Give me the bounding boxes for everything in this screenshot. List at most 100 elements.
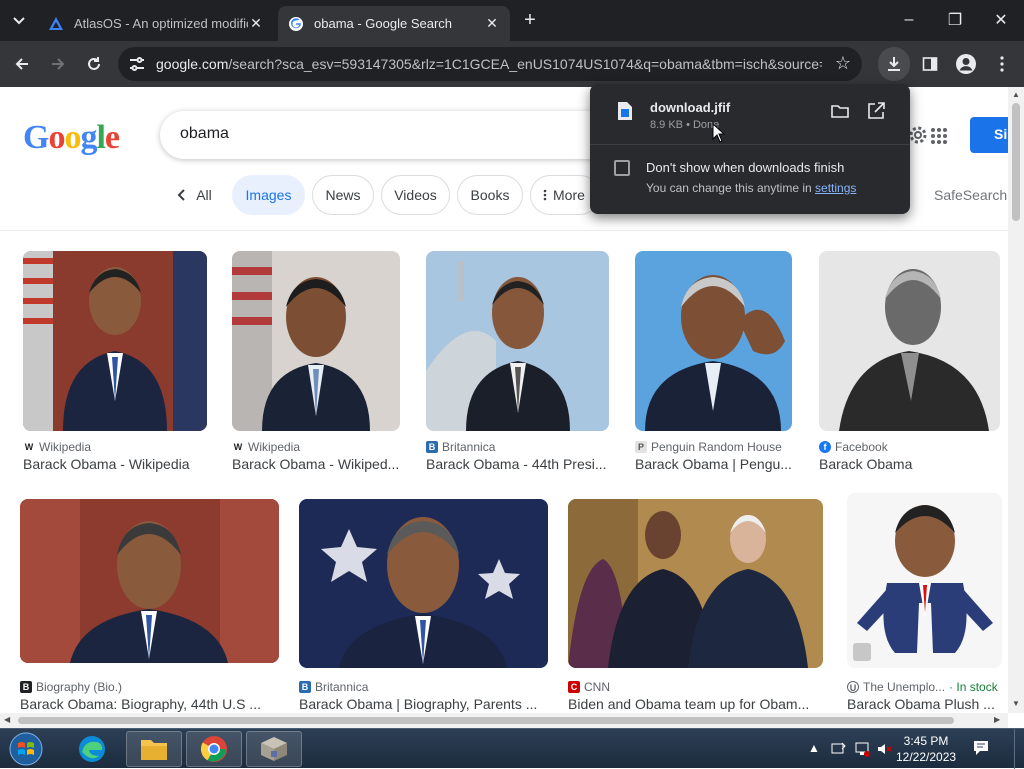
minimize-button[interactable]: – xyxy=(886,0,932,40)
image-result[interactable]: W Wikipedia Barack Obama - Wikipedia xyxy=(23,251,207,472)
scrollbar-thumb[interactable] xyxy=(1012,103,1020,221)
image-result[interactable]: C CNN Biden and Obama team up for Obam... xyxy=(568,499,823,713)
url-host: google.com xyxy=(156,56,229,72)
taskbar-edge[interactable] xyxy=(64,731,120,767)
taskbar-chrome[interactable] xyxy=(186,731,242,767)
windows-start-icon[interactable] xyxy=(4,731,48,767)
scroll-right-icon[interactable]: ▶ xyxy=(994,715,1000,724)
result-caption[interactable]: Barack Obama - Wikiped... xyxy=(232,456,400,472)
tab-search-button[interactable] xyxy=(6,8,32,34)
result-caption[interactable]: Barack Obama | Pengu... xyxy=(635,456,792,472)
biography-icon: B xyxy=(20,681,32,693)
image-result[interactable]: U The Unemplo... · In stock Barack Obama P… xyxy=(847,493,1002,713)
scroll-left-icon[interactable]: ◀ xyxy=(4,715,10,724)
google-logo[interactable]: Google xyxy=(23,119,120,157)
action-center-icon[interactable] xyxy=(830,741,846,757)
tab-title: obama - Google Search xyxy=(314,16,453,31)
show-hidden-icons[interactable]: ▲ xyxy=(806,741,822,757)
tab-atlasos[interactable]: AtlasOS - An optimized modific ✕ xyxy=(38,6,274,41)
image-result[interactable]: P Penguin Random House Barack Obama | Pen… xyxy=(635,251,792,472)
filter-all[interactable]: All xyxy=(168,175,220,215)
clock-time: 3:45 PM xyxy=(903,734,949,748)
show-desktop-button[interactable] xyxy=(1014,729,1024,769)
filter-label: All xyxy=(196,187,212,203)
scroll-up-icon[interactable]: ▲ xyxy=(1012,90,1020,99)
clock-date: 12/22/2023 xyxy=(896,750,957,764)
result-source: W Wikipedia xyxy=(232,440,300,454)
result-caption[interactable]: Barack Obama: Biography, 44th U.S ... xyxy=(20,696,279,712)
system-clock[interactable]: 3:45 PM 12/22/2023 xyxy=(896,733,956,765)
folder-icon xyxy=(141,740,167,760)
vertical-scrollbar[interactable]: ▲ ▼ xyxy=(1008,87,1024,713)
maximize-button[interactable]: ❐ xyxy=(932,0,978,40)
reload-icon xyxy=(88,57,100,70)
network-icon[interactable] xyxy=(854,741,870,757)
filter-news[interactable]: News xyxy=(312,175,374,215)
divider xyxy=(0,230,1008,231)
taskbar-app[interactable] xyxy=(246,731,302,767)
folder-icon[interactable] xyxy=(830,101,850,121)
windows-taskbar: ▲ 3:45 PM 12/22/2023 xyxy=(0,728,1024,769)
logo-letter: g xyxy=(80,119,97,156)
notifications-icon[interactable] xyxy=(972,739,990,757)
close-icon[interactable]: ✕ xyxy=(484,15,500,32)
forward-button[interactable] xyxy=(44,50,72,78)
facebook-icon: f xyxy=(819,441,831,453)
filter-books[interactable]: Books xyxy=(457,175,523,215)
apps-grid-icon[interactable] xyxy=(930,127,948,145)
download-file-name[interactable]: download.jfif xyxy=(650,100,730,115)
edge-icon xyxy=(79,736,105,762)
image-result[interactable]: W Wikipedia Barack Obama - Wikiped... xyxy=(232,251,400,472)
side-panel-button[interactable] xyxy=(916,50,944,78)
filter-videos[interactable]: Videos xyxy=(381,175,450,215)
source-label: Penguin Random House xyxy=(651,440,782,454)
tab-title: AtlasOS - An optimized modific xyxy=(74,16,248,31)
volume-muted-icon[interactable] xyxy=(876,741,892,757)
result-thumbnail xyxy=(568,499,823,668)
source-label: The Unemplo... xyxy=(863,680,946,694)
search-input[interactable]: obama xyxy=(160,111,630,159)
result-caption[interactable]: Barack Obama | Biography, Parents ... xyxy=(299,696,548,712)
back-button[interactable] xyxy=(8,50,36,78)
image-result[interactable]: B Britannica Barack Obama - 44th Presi... xyxy=(426,251,609,472)
avatar-icon xyxy=(956,54,976,74)
result-source: B Britannica xyxy=(426,440,495,454)
dont-show-checkbox[interactable] xyxy=(614,160,630,176)
taskbar-file-explorer[interactable] xyxy=(126,731,182,767)
reload-button[interactable] xyxy=(80,50,108,78)
result-thumbnail xyxy=(20,499,279,663)
source-label: Facebook xyxy=(835,440,888,454)
result-caption[interactable]: Barack Obama Plush ... xyxy=(847,696,1002,712)
settings-link[interactable]: settings xyxy=(815,181,856,195)
safesearch-button[interactable]: SafeSearch xyxy=(934,187,1007,203)
bookmark-star-icon[interactable]: ☆ xyxy=(832,53,854,75)
hint-text: You can change this anytime in xyxy=(646,181,816,195)
horizontal-scrollbar[interactable]: ◀ ▶ xyxy=(0,713,1008,728)
close-window-button[interactable]: ✕ xyxy=(978,0,1024,40)
menu-button[interactable] xyxy=(988,50,1016,78)
image-result[interactable]: f Facebook Barack Obama xyxy=(819,251,1000,472)
profile-button[interactable] xyxy=(952,50,980,78)
settings-hint: You can change this anytime in settings xyxy=(646,181,856,195)
source-label: Wikipedia xyxy=(39,440,92,454)
britannica-icon: B xyxy=(426,441,438,453)
scrollbar-thumb[interactable] xyxy=(18,717,954,724)
scroll-down-icon[interactable]: ▼ xyxy=(1012,699,1020,708)
result-caption[interactable]: Barack Obama xyxy=(819,456,1000,472)
chevron-left-icon xyxy=(177,189,185,201)
image-result[interactable]: B Britannica Barack Obama | Biography, Pa… xyxy=(299,499,548,713)
open-external-icon[interactable] xyxy=(866,101,886,121)
site-info-icon[interactable] xyxy=(128,55,146,73)
result-caption[interactable]: Barack Obama - 44th Presi... xyxy=(426,456,609,472)
downloads-button[interactable] xyxy=(878,47,910,81)
address-bar[interactable]: google.com/search?sca_esv=593147305&rlz=… xyxy=(118,47,862,81)
result-caption[interactable]: Biden and Obama team up for Obam... xyxy=(568,696,823,712)
image-result[interactable]: B Biography (Bio.) Barack Obama: Biograph… xyxy=(20,499,279,713)
result-caption[interactable]: Barack Obama - Wikipedia xyxy=(23,456,207,472)
filter-images[interactable]: Images xyxy=(232,175,305,215)
sign-in-button[interactable]: Si xyxy=(970,117,1008,153)
result-source: B Britannica xyxy=(299,680,368,694)
new-tab-button[interactable]: + xyxy=(518,8,542,32)
tab-google-search[interactable]: obama - Google Search ✕ xyxy=(278,6,510,41)
close-icon[interactable]: ✕ xyxy=(248,15,264,32)
